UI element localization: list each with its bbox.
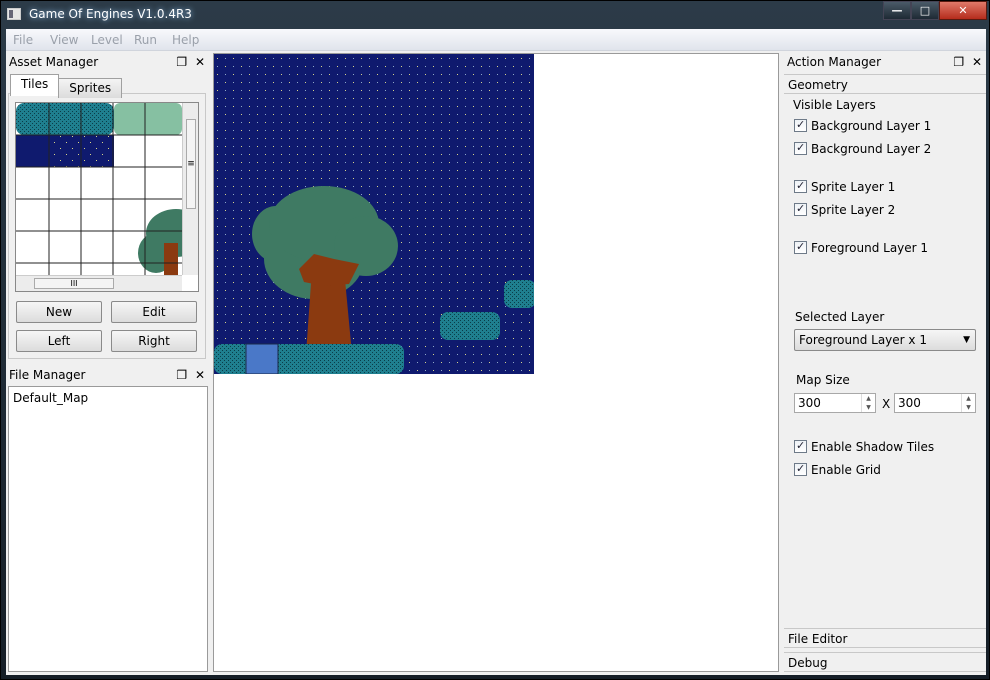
blue-tile — [245, 343, 279, 374]
checkbox-box[interactable] — [794, 141, 807, 155]
chevron-down-icon: ▼ — [963, 335, 970, 345]
file-item[interactable]: Default_Map — [13, 391, 88, 405]
menu-file[interactable]: File — [13, 33, 33, 47]
tile-pale[interactable] — [114, 103, 182, 135]
action-manager-title-bar[interactable]: Action Manager ❐ ✕ — [784, 53, 986, 71]
vertical-scrollbar[interactable]: ≡ — [182, 103, 198, 275]
checkbox-label: Foreground Layer 1 — [811, 241, 929, 255]
map-width-value: 300 — [798, 396, 821, 410]
action-manager-title: Action Manager — [787, 55, 881, 69]
checkbox-box[interactable] — [794, 439, 807, 453]
title-bar[interactable]: Game Of Engines V1.0.4R3 — □ ✕ — [1, 1, 989, 29]
menu-bar: File View Level Run Help — [6, 29, 986, 51]
asset-manager-title-bar[interactable]: Asset Manager ❐ ✕ — [6, 53, 209, 71]
map-size-separator: X — [882, 397, 891, 411]
checkbox-label: Enable Shadow Tiles — [811, 440, 935, 454]
tile-palette[interactable]: ≡ III — [15, 102, 199, 292]
new-button[interactable]: New — [16, 301, 102, 323]
map-height-input[interactable]: 300 ▲ ▼ — [894, 393, 976, 413]
selected-layer-dropdown[interactable]: Foreground Layer x 1 ▼ — [794, 329, 976, 351]
client-area: File View Level Run Help Asset Manager ❐… — [6, 29, 986, 675]
asset-manager-title: Asset Manager — [9, 55, 99, 69]
right-button[interactable]: Right — [111, 330, 197, 352]
horizontal-scrollbar[interactable]: III — [16, 275, 182, 291]
file-manager-title: File Manager — [9, 368, 86, 382]
app-icon — [7, 8, 21, 20]
platform-mid — [440, 312, 500, 340]
tile-platform[interactable] — [16, 103, 114, 135]
tile-grid[interactable] — [16, 103, 182, 275]
checkbox-box[interactable] — [794, 179, 807, 193]
debug-section[interactable]: Debug — [784, 652, 986, 672]
map-width-input[interactable]: 300 ▲ ▼ — [794, 393, 876, 413]
float-icon[interactable]: ❐ — [176, 55, 187, 69]
selected-layer-label: Selected Layer — [795, 310, 885, 324]
checkbox-label: Sprite Layer 1 — [811, 180, 896, 194]
spin-arrows-icon[interactable]: ▲ ▼ — [861, 394, 875, 412]
minimize-button[interactable]: — — [883, 1, 911, 20]
map-canvas[interactable] — [214, 54, 534, 374]
file-manager-title-bar[interactable]: File Manager ❐ ✕ — [6, 366, 209, 384]
menu-level[interactable]: Level — [91, 33, 123, 47]
checkbox-box[interactable] — [794, 202, 807, 216]
left-button[interactable]: Left — [16, 330, 102, 352]
file-list: Default_Map — [8, 386, 208, 672]
map-view[interactable] — [213, 53, 779, 672]
dock-close-icon[interactable]: ✕ — [195, 55, 205, 69]
checkbox-box[interactable] — [794, 118, 807, 132]
dock-close-icon[interactable]: ✕ — [972, 55, 982, 69]
selected-layer-value: Foreground Layer x 1 — [799, 333, 927, 347]
checkbox-box[interactable] — [794, 240, 807, 254]
checkbox-label: Enable Grid — [811, 463, 881, 477]
app-window: Game Of Engines V1.0.4R3 — □ ✕ File View… — [0, 0, 990, 680]
spin-arrows-icon[interactable]: ▲ ▼ — [961, 394, 975, 412]
checkbox-label: Background Layer 1 — [811, 119, 932, 133]
h-scroll-thumb[interactable]: III — [34, 278, 114, 289]
v-scroll-thumb[interactable]: ≡ — [186, 119, 196, 209]
tab-sprites[interactable]: Sprites — [58, 78, 123, 98]
file-editor-section[interactable]: File Editor — [784, 628, 986, 648]
tile-trunk[interactable] — [164, 243, 178, 275]
tile-stars[interactable] — [50, 135, 114, 167]
maximize-button[interactable]: □ — [911, 1, 939, 20]
platform-right — [504, 280, 534, 308]
float-icon[interactable]: ❐ — [176, 368, 187, 382]
checkbox-box[interactable] — [794, 462, 807, 476]
tab-tiles[interactable]: Tiles — [10, 74, 60, 96]
map-height-value: 300 — [898, 396, 921, 410]
platform-ground — [214, 344, 404, 374]
menu-view[interactable]: View — [50, 33, 78, 47]
asset-tabs: Tiles Sprites — [10, 74, 123, 98]
window-title: Game Of Engines V1.0.4R3 — [29, 7, 192, 21]
menu-help[interactable]: Help — [172, 33, 199, 47]
checkbox-label: Background Layer 2 — [811, 142, 932, 156]
edit-button[interactable]: Edit — [111, 301, 197, 323]
close-button[interactable]: ✕ — [939, 1, 987, 20]
map-size-label: Map Size — [796, 373, 850, 387]
checkbox-label: Sprite Layer 2 — [811, 203, 896, 217]
tile-sky[interactable] — [16, 135, 50, 167]
visible-layers-label: Visible Layers — [793, 98, 876, 112]
float-icon[interactable]: ❐ — [953, 55, 964, 69]
geometry-section-header[interactable]: Geometry — [784, 74, 986, 94]
menu-run[interactable]: Run — [134, 33, 157, 47]
dock-close-icon[interactable]: ✕ — [195, 368, 205, 382]
